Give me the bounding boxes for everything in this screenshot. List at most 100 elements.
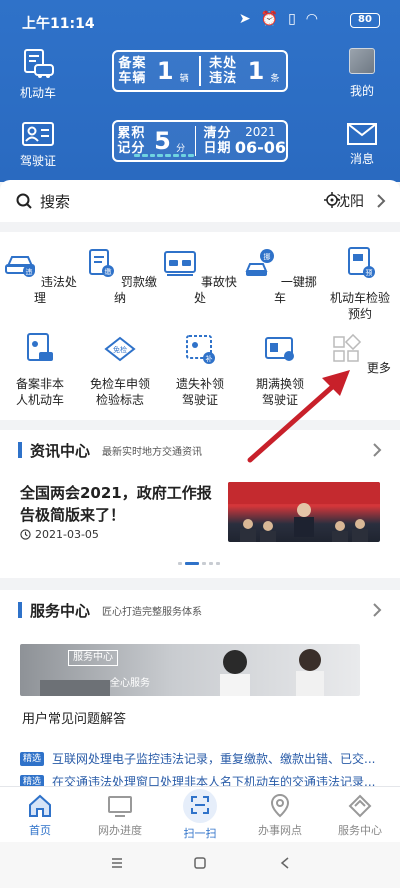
grid-item-move-car[interactable]: 挪 一键挪车 xyxy=(240,246,320,306)
featured-badge: 精选 xyxy=(20,751,45,766)
unprocessed-violations-count: 1 xyxy=(247,57,265,85)
bottom-nav: 首页 网办进度 扫一扫 办事网点 服务中心 xyxy=(0,786,400,842)
nav-home[interactable]: 首页 xyxy=(0,793,80,838)
faq-item[interactable]: 精选 互联网处理电子监控违法记录，重复缴款、缴款出错、已交... xyxy=(20,750,380,767)
service-banner[interactable]: 服务中心 全心服务 xyxy=(20,644,360,696)
diamond-icon xyxy=(348,794,372,818)
grid-label: 罚款缴纳 xyxy=(113,275,157,305)
points-summary-card[interactable]: 累积 记分 5 分 清分 日期 2021 06-06 xyxy=(112,120,288,162)
nav-label: 办事网点 xyxy=(258,824,302,837)
vehicle-label: 机动车 xyxy=(19,86,56,100)
svg-text:违: 违 xyxy=(26,268,33,276)
registered-vehicles-unit: 辆 xyxy=(179,74,189,84)
faq-text: 互联网处理电子监控违法记录，重复缴款、缴款出错、已交... xyxy=(52,752,376,766)
svg-text:预: 预 xyxy=(366,268,373,277)
grid-item-violation[interactable]: 违 违法处理 xyxy=(0,246,80,306)
service-section: 服务中心 匠心打造完整服务体系 服务中心 全心服务 用户常见问题解答 精选 互联… xyxy=(0,590,400,790)
banner-tag: 服务中心 xyxy=(68,650,118,666)
license-button[interactable]: 驾驶证 xyxy=(8,120,68,169)
nav-progress[interactable]: 网办进度 xyxy=(80,793,160,838)
back-icon[interactable] xyxy=(278,856,292,870)
annotation-arrow xyxy=(247,370,350,463)
status-icons: ➤ ⏰ ▯ ◠ xyxy=(239,11,318,27)
monitor-icon xyxy=(108,796,132,817)
accident-icon xyxy=(164,251,197,276)
vehicle-button[interactable]: 机动车 xyxy=(8,48,68,101)
nav-offices[interactable]: 办事网点 xyxy=(240,793,320,838)
grid-item-exempt[interactable]: 免检 免检车申领检验标志 xyxy=(80,332,160,408)
nav-label: 网办进度 xyxy=(98,824,142,837)
battery-icon: 80 xyxy=(350,13,380,28)
card-divider xyxy=(199,56,201,86)
home-button-icon[interactable] xyxy=(193,856,207,870)
registered-vehicles-label: 备案 车辆 xyxy=(118,56,147,86)
map-pin-icon xyxy=(270,793,290,818)
clear-date-label: 清分 日期 xyxy=(203,126,232,156)
unprocessed-violations-label: 未处 违法 xyxy=(209,56,238,86)
avatar xyxy=(349,48,375,74)
nav-service-center[interactable]: 服务中心 xyxy=(320,793,400,838)
nav-scan[interactable]: 扫一扫 xyxy=(160,789,240,841)
nav-label: 扫一扫 xyxy=(183,827,217,840)
news-pager xyxy=(178,562,220,565)
status-time: 上午11:14 xyxy=(22,16,95,32)
vehicle-summary-card[interactable]: 备案 车辆 1 辆 未处 违法 1 条 xyxy=(112,50,288,92)
grid-item-register[interactable]: 备案非本人机动车 xyxy=(0,332,80,408)
svg-text:缴: 缴 xyxy=(105,267,112,276)
city-selector[interactable]: 沈阳 xyxy=(336,191,364,211)
profile-button[interactable]: 我的 xyxy=(332,48,392,99)
chevron-right-icon[interactable] xyxy=(372,602,382,618)
scan-icon xyxy=(183,789,217,823)
car-violation-icon: 违 xyxy=(5,256,36,277)
svg-text:挪: 挪 xyxy=(264,252,271,261)
vehicle-doc-icon xyxy=(24,49,54,78)
search-bar[interactable]: 搜索 沈阳 xyxy=(0,180,400,222)
news-photo xyxy=(228,482,380,542)
news-date-text: 2021-03-05 xyxy=(35,528,99,541)
nav-label: 首页 xyxy=(29,824,51,837)
menu-icon[interactable] xyxy=(110,856,124,870)
accumulated-points-value: 5 xyxy=(154,127,171,155)
profile-label: 我的 xyxy=(349,84,374,98)
chevron-right-icon[interactable] xyxy=(376,193,386,209)
news-title: 资讯中心 xyxy=(30,441,91,460)
grid-item-fine[interactable]: 缴 罚款缴纳 xyxy=(80,246,160,306)
wifi-icon: ◠ xyxy=(305,11,318,27)
grid-label: 更多 xyxy=(366,361,391,375)
accumulated-points-label: 累积 记分 xyxy=(117,126,146,156)
grid-item-accident[interactable]: 事故快处 xyxy=(160,246,240,306)
news-subtitle: 最新实时地方交通资讯 xyxy=(102,446,203,458)
move-car-icon: 挪 xyxy=(245,249,275,276)
clear-date-year: 2021 xyxy=(245,124,276,139)
envelope-icon xyxy=(347,123,377,145)
faq-title: 用户常见问题解答 xyxy=(22,712,127,727)
app-header: 上午11:14 ➤ ⏰ ▯ ◠ 80 机动车 驾驶证 备案 车辆 1 辆 未处 … xyxy=(0,0,400,182)
messages-label: 消息 xyxy=(349,152,374,166)
svg-text:免检: 免检 xyxy=(113,345,127,354)
grid-label: 违法处理 xyxy=(33,275,77,305)
service-header[interactable]: 服务中心 匠心打造完整服务体系 xyxy=(0,592,400,628)
exempt-inspection-icon: 免检 xyxy=(104,336,136,362)
clock-icon xyxy=(20,529,31,540)
grid-label: 遗失补领驾驶证 xyxy=(175,377,224,407)
news-headline[interactable]: 全国两会2021，政府工作报告极简版来了！ xyxy=(20,482,220,526)
alarm-icon: ⏰ xyxy=(260,11,279,27)
svg-text:补: 补 xyxy=(206,354,213,363)
grid-item-replace[interactable]: 补 遗失补领驾驶证 xyxy=(160,332,240,408)
nav-label: 服务中心 xyxy=(338,824,382,837)
grid-item-inspection[interactable]: 预 机动车检验预约 xyxy=(320,246,400,322)
service-title: 服务中心 xyxy=(30,601,91,620)
messages-button[interactable]: 消息 xyxy=(332,122,392,167)
clear-date-day: 06-06 xyxy=(234,137,287,157)
service-subtitle: 匠心打造完整服务体系 xyxy=(102,606,203,618)
home-icon xyxy=(29,794,51,817)
news-image[interactable] xyxy=(228,482,380,542)
unprocessed-violations-unit: 条 xyxy=(270,74,280,84)
system-nav-bar xyxy=(0,842,400,888)
accumulated-points-unit: 分 xyxy=(176,144,186,154)
search-input[interactable]: 搜索 xyxy=(40,191,70,212)
status-bar: 上午11:14 ➤ ⏰ ▯ ◠ 80 xyxy=(0,0,400,40)
chevron-right-icon[interactable] xyxy=(372,442,382,458)
points-progress xyxy=(134,154,194,157)
grid-label: 一键挪车 xyxy=(273,275,317,305)
